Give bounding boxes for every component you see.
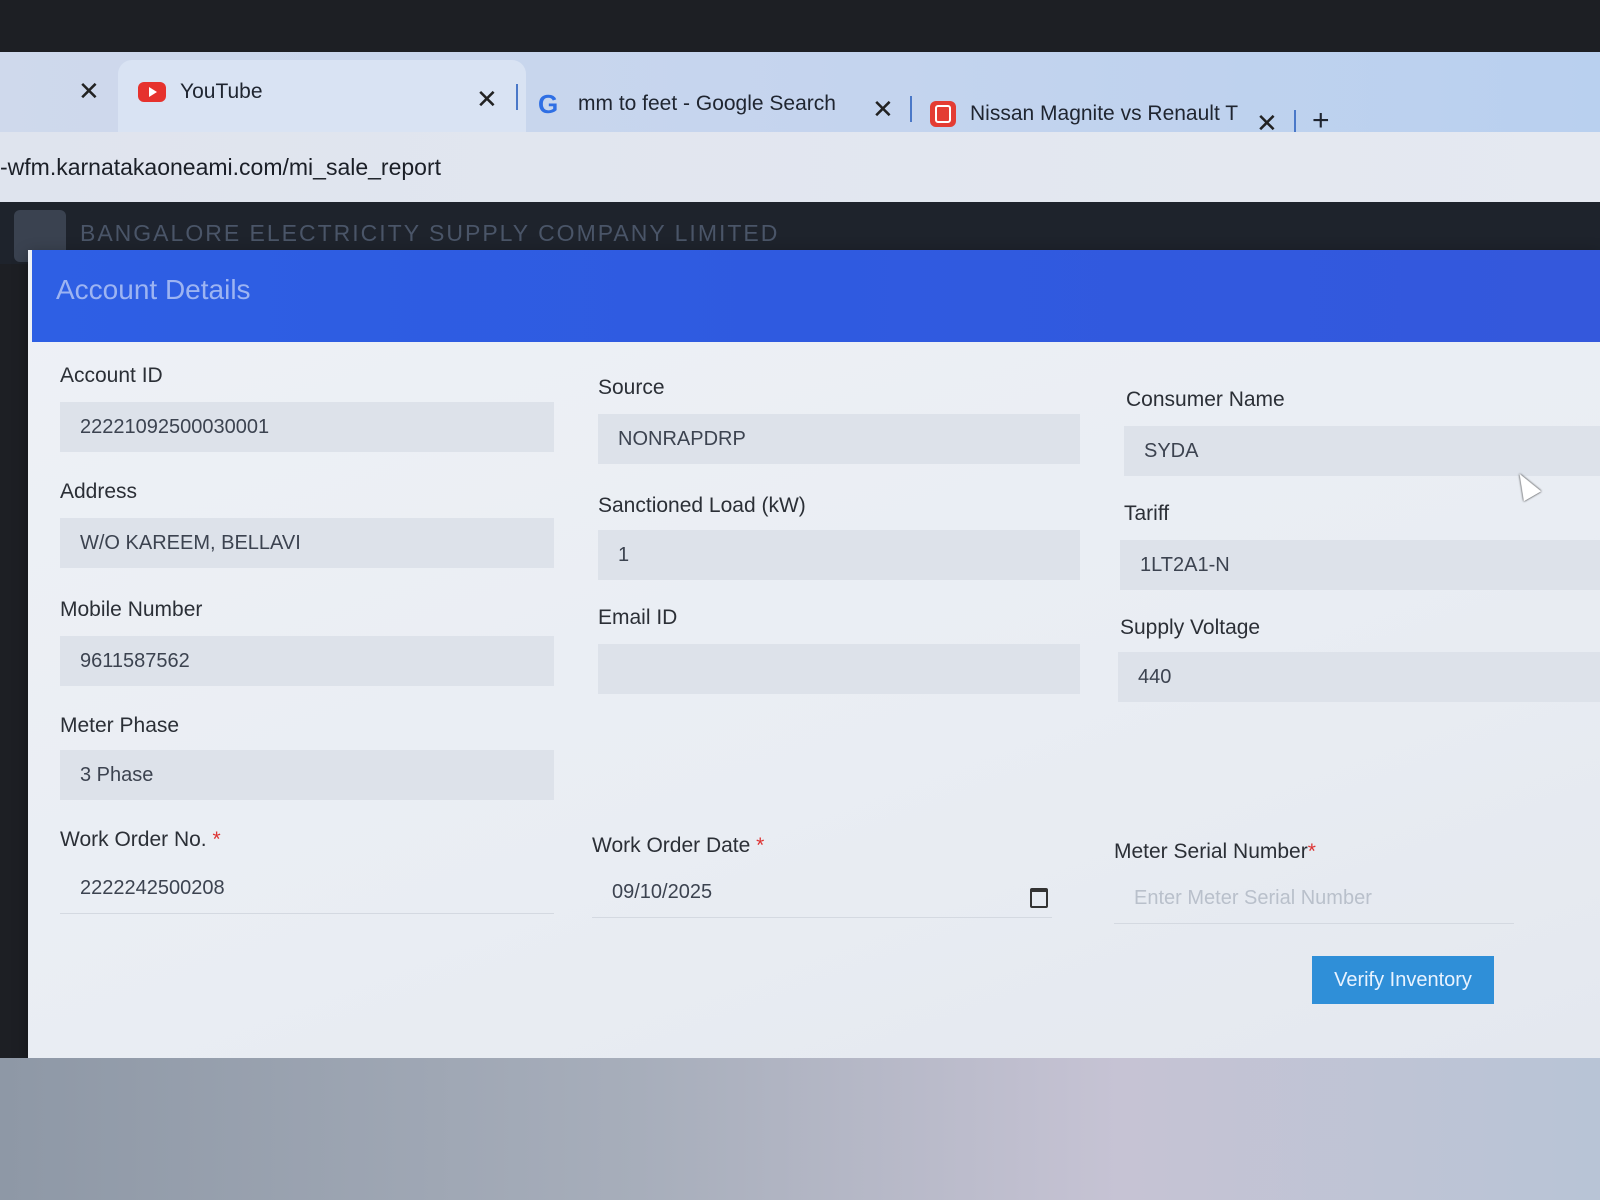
email-id-field [598, 644, 1080, 694]
browser-tab-bar: ✕ YouTube ✕ G mm to feet - Google Search… [0, 52, 1600, 136]
address-bar[interactable]: -wfm.karnatakaoneami.com/mi_sale_report [0, 132, 1600, 202]
supply-voltage-label: Supply Voltage [1120, 616, 1261, 639]
tab-label: mm to feet - Google Search [578, 92, 836, 115]
meter-serial-label: Meter Serial Number* [1114, 840, 1316, 864]
meter-phase-label: Meter Phase [60, 714, 180, 737]
supply-voltage-field: 440 [1118, 652, 1600, 702]
page-backdrop [0, 1058, 1600, 1200]
work-order-no-input[interactable]: 2222242500208 [60, 864, 554, 914]
work-order-date-input[interactable]: 09/10/2025 [592, 868, 1052, 918]
calendar-icon[interactable] [1030, 888, 1048, 908]
required-mark: * [1307, 840, 1316, 863]
mobile-number-field: 9611587562 [60, 636, 554, 686]
required-mark: * [212, 828, 221, 851]
carwale-icon [930, 101, 956, 127]
email-id-label: Email ID [598, 606, 678, 629]
tab-google-search[interactable]: G mm to feet - Google Search [538, 82, 848, 126]
tab-separator [910, 96, 912, 122]
address-label: Address [60, 480, 138, 503]
tab-youtube[interactable]: YouTube [138, 70, 468, 114]
tab-label: Nissan Magnite vs Renault Tribe [970, 102, 1238, 125]
tab-nissan-magnite[interactable]: Nissan Magnite vs Renault Tribe [930, 92, 1240, 136]
work-order-date-label: Work Order Date * [592, 834, 764, 858]
meter-serial-label-text: Meter Serial Number [1114, 840, 1308, 863]
account-details-modal: Account Details Account ID 2222109250003… [28, 250, 1600, 1058]
required-mark: * [756, 834, 765, 857]
work-order-date-label-text: Work Order Date [592, 834, 751, 857]
consumer-name-label: Consumer Name [1126, 388, 1285, 411]
company-name: BANGALORE ELECTRICITY SUPPLY COMPANY LIM… [80, 220, 780, 246]
account-id-field: 22221092500030001 [60, 402, 554, 452]
youtube-icon [138, 82, 166, 102]
work-order-no-label-text: Work Order No. [60, 828, 207, 851]
google-icon: G [538, 89, 559, 119]
work-order-no-label: Work Order No. * [60, 828, 221, 852]
source-label: Source [598, 376, 665, 399]
modal-title: Account Details [56, 274, 251, 305]
meter-serial-placeholder: Enter Meter Serial Number [1134, 887, 1372, 909]
tariff-label: Tariff [1124, 502, 1170, 525]
meter-phase-field: 3 Phase [60, 750, 554, 800]
modal-header: Account Details [32, 250, 1600, 342]
tab-close-icon[interactable]: ✕ [872, 96, 894, 122]
sanctioned-load-label: Sanctioned Load (kW) [598, 494, 806, 517]
url-text[interactable]: -wfm.karnatakaoneami.com/mi_sale_report [0, 154, 441, 181]
account-id-label: Account ID [60, 364, 163, 387]
tab-close-icon[interactable]: ✕ [78, 78, 100, 104]
address-field: W/O KAREEM, BELLAVI [60, 518, 554, 568]
tab-close-icon[interactable]: ✕ [476, 86, 498, 112]
tab-label: YouTube [180, 80, 263, 103]
verify-inventory-button[interactable]: Verify Inventory [1312, 956, 1494, 1004]
sanctioned-load-field: 1 [598, 530, 1080, 580]
tariff-field: 1LT2A1-N [1120, 540, 1600, 590]
source-field: NONRAPDRP [598, 414, 1080, 464]
meter-serial-input[interactable]: Enter Meter Serial Number [1114, 874, 1514, 924]
mobile-number-label: Mobile Number [60, 598, 203, 621]
tab-separator [516, 84, 518, 110]
